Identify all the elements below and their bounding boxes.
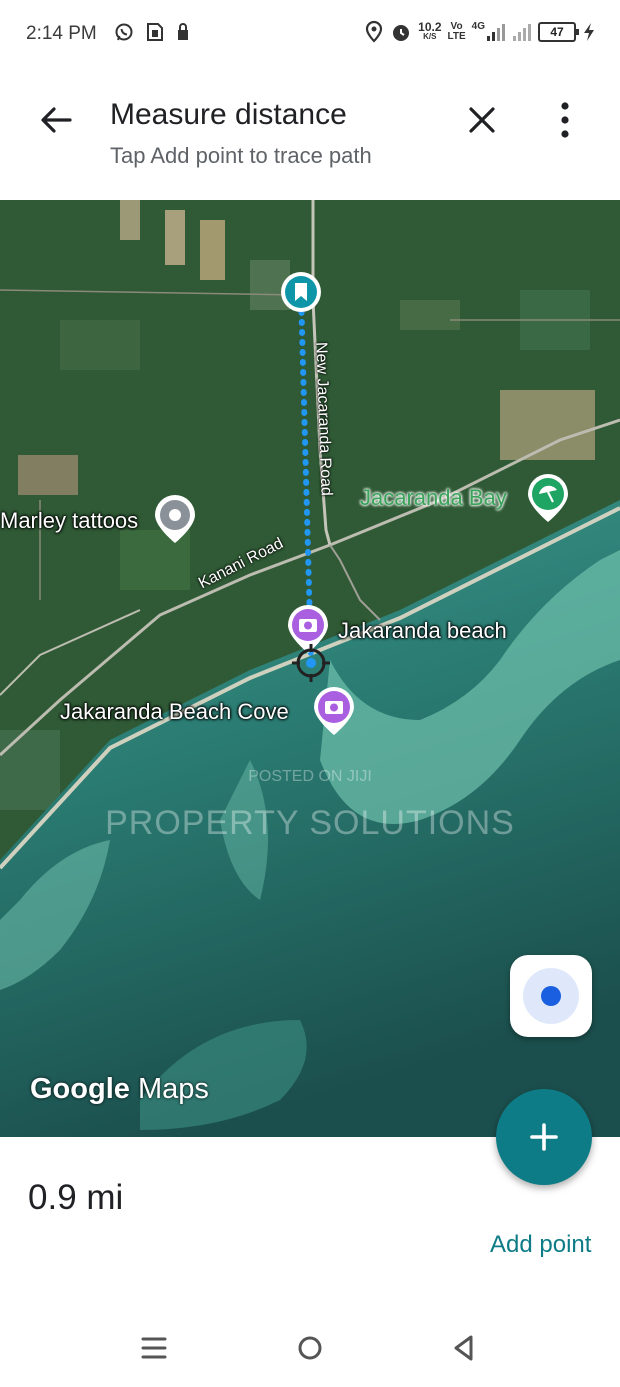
signal-icon	[513, 24, 531, 41]
back-arrow-icon[interactable]	[36, 100, 76, 140]
start-bookmark-pin[interactable]	[279, 270, 323, 314]
alarm-icon	[393, 25, 410, 41]
status-bar: 2:14 PM 10.2 K/S Vo LTE 4G 47	[0, 0, 620, 70]
add-point-link[interactable]: Add point	[490, 1231, 591, 1259]
system-nav-bar	[0, 1300, 620, 1387]
my-location-button[interactable]	[510, 955, 592, 1037]
marley-gray-pin-icon[interactable]	[153, 493, 197, 545]
net-speed-value: 10.2	[418, 20, 442, 34]
watermark-line2: PROPERTY SOLUTIONS	[105, 804, 515, 842]
volte-bottom: LTE	[447, 31, 466, 42]
network-type: 4G	[471, 21, 485, 32]
add-point-fab[interactable]	[496, 1089, 592, 1185]
place-label-jacaranda-bay[interactable]: Jacaranda Bay	[360, 485, 507, 511]
whatsapp-icon	[115, 23, 133, 41]
battery-icon: 47	[538, 22, 579, 42]
lock-icon	[178, 23, 188, 40]
plus-icon	[530, 1123, 558, 1151]
app-header: Measure distance Tap Add point to trace …	[0, 70, 620, 200]
location-icon	[366, 20, 383, 43]
page-subtitle: Tap Add point to trace path	[110, 143, 372, 168]
charging-icon	[584, 23, 594, 41]
measured-distance: 0.9 mi	[28, 1178, 124, 1217]
logo-word-google: Google	[30, 1073, 130, 1105]
sim-icon	[147, 23, 163, 41]
signal-icon	[487, 24, 505, 41]
place-label-marley-tattoos[interactable]: Marley tattoos	[0, 508, 138, 534]
more-options-icon[interactable]	[550, 98, 580, 142]
crosshair-target-icon[interactable]	[292, 644, 330, 682]
my-location-icon	[541, 986, 561, 1006]
bay-umbrella-pin-icon[interactable]	[526, 472, 570, 524]
volte-indicator: Vo LTE	[448, 22, 466, 42]
home-circle-icon[interactable]	[290, 1328, 330, 1368]
cove-camera-pin-icon[interactable]	[312, 685, 356, 737]
page-title: Measure distance	[110, 98, 347, 131]
back-triangle-icon[interactable]	[444, 1328, 484, 1368]
status-time: 2:14 PM	[26, 23, 97, 44]
logo-word-maps: Maps	[137, 1073, 209, 1105]
place-label-jakaranda-beach-cove[interactable]: Jakaranda Beach Cove	[60, 699, 289, 725]
net-speed: 10.2 K/S	[418, 20, 442, 42]
close-icon[interactable]	[462, 100, 502, 140]
watermark-line1: POSTED ON JIJI	[248, 768, 372, 785]
recents-menu-icon[interactable]	[134, 1328, 174, 1368]
google-maps-logo: Google Maps	[30, 1073, 209, 1106]
place-label-jakaranda-beach[interactable]: Jakaranda beach	[338, 618, 507, 644]
satellite-map[interactable]: New Jacaranda Road Kanani Road Marley ta…	[0, 200, 620, 1137]
